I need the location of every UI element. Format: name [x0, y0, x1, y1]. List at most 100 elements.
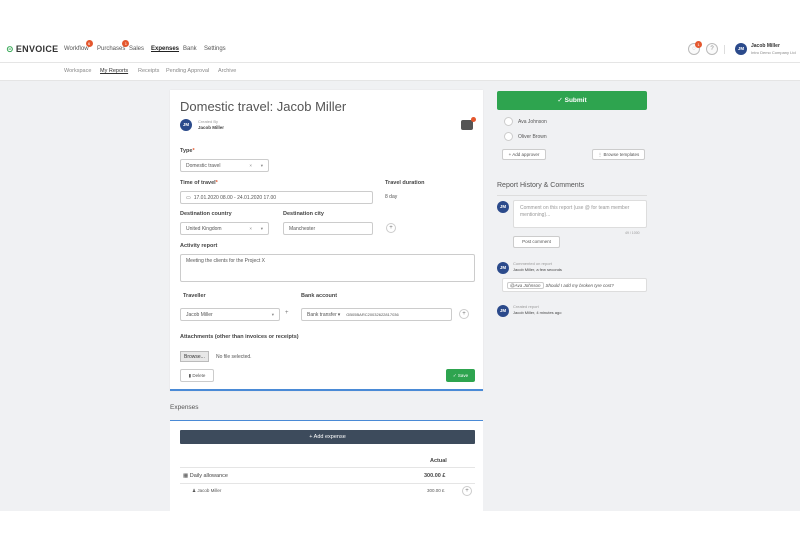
delete-label: Delete [192, 373, 206, 378]
created-by-name: Jacob Miller [198, 125, 225, 130]
envoice-logo[interactable]: ⊝ ENVOICE [6, 44, 58, 55]
country-value: United Kingdom [186, 226, 222, 232]
delete-button[interactable]: ▮ Delete [180, 369, 214, 382]
help-button[interactable]: ? [706, 43, 718, 55]
chevron-down-icon: ▾ [260, 226, 263, 231]
nav-expenses[interactable]: Expenses [151, 46, 179, 52]
company-name: Intro Demo Company Ltd [751, 50, 796, 55]
history-avatar: JM [497, 305, 509, 317]
comment-text: Should I add my broken tyre cost? [545, 283, 614, 288]
type-value: Domestic travel [186, 163, 221, 169]
add-traveller-button[interactable]: + [285, 310, 289, 316]
comment-input[interactable]: Comment on this report (use @ for team m… [513, 200, 647, 228]
city-input[interactable]: Manchester [283, 222, 373, 235]
traveller-value: Jacob Miller [186, 312, 213, 318]
nav-bank[interactable]: Bank [183, 46, 197, 52]
author-avatar: JM [180, 119, 192, 131]
approver-status-icon [504, 132, 513, 141]
history-who: Jacob Miller, 4 minutes ago [513, 310, 562, 315]
comments-icon[interactable] [461, 117, 476, 130]
duration-value: 8 day [385, 194, 398, 200]
browse-templates-button[interactable]: ⋮ Browse templates [592, 149, 645, 160]
expenses-title: Expenses [170, 404, 199, 411]
traveller-label: Traveller [183, 293, 206, 299]
duration-label: Travel duration [385, 180, 425, 186]
top-navigation-bar: ⊝ ENVOICE Workflow 6 Purchases 1 Sales Expe… [0, 36, 800, 63]
logo-text: ENVOICE [15, 44, 59, 54]
subnav-my-reports[interactable]: My Reports [100, 68, 128, 74]
bank-label: Bank account [301, 293, 338, 299]
country-label: Destination country [180, 211, 232, 217]
type-label: Type* [180, 148, 195, 154]
country-select[interactable]: United Kingdom × ▾ [180, 222, 269, 235]
expense-subrow-label: Jacob Miller [197, 488, 222, 493]
required-marker: * [215, 180, 218, 186]
chevron-down-icon: ▾ [271, 312, 274, 317]
expenses-subnav: Workspace My Reports Receipts Pending Ap… [0, 63, 800, 81]
bank-iban: GB05BARC20032622817036 [346, 312, 399, 317]
expense-row-value: 300.00 £ [424, 473, 446, 479]
history-action: Created report [513, 304, 539, 309]
row-divider [180, 467, 475, 468]
time-range-input[interactable]: ▭ 17.01.2020 08.00 - 24.01.2020 17.00 [180, 191, 373, 204]
time-label: Time of travel* [180, 180, 218, 186]
history-title: Report History & Comments [497, 182, 585, 189]
nav-settings[interactable]: Settings [204, 46, 226, 52]
required-marker: * [192, 148, 195, 154]
add-expense-button[interactable]: + Add expense [180, 430, 475, 444]
logo-mark-icon: ⊝ [6, 44, 14, 54]
history-action: Commented on report [513, 261, 552, 266]
subnav-pending-approval[interactable]: Pending Approval [166, 68, 209, 74]
add-bank-button[interactable]: + [459, 309, 469, 319]
user-avatar[interactable]: JM [735, 43, 747, 55]
help-icon: ? [710, 46, 714, 52]
traveller-select[interactable]: Jacob Miller ▾ [180, 308, 280, 321]
type-label-text: Type [180, 148, 193, 154]
subnav-receipts[interactable]: Receipts [138, 68, 159, 74]
user-name[interactable]: Jacob Miller [751, 43, 780, 49]
nav-workflow[interactable]: Workflow 6 [64, 40, 93, 52]
add-destination-button[interactable]: + [386, 223, 396, 233]
divider [724, 45, 725, 54]
category-icon: ▦ [183, 473, 189, 479]
subnav-archive[interactable]: Archive [218, 68, 236, 74]
actual-column-header: Actual [430, 458, 447, 464]
approver-name: Ava Johnson [518, 119, 547, 125]
mention-tag[interactable]: @Ava Johnson [507, 282, 544, 289]
subnav-workspace[interactable]: Workspace [64, 68, 91, 74]
history-who: Jacob Miller, a few seconds [513, 267, 562, 272]
activity-textarea[interactable]: Meeting the clients for the Project X [180, 254, 475, 282]
time-value: 17.01.2020 08.00 - 24.01.2020 17.00 [193, 195, 277, 201]
bank-account-field[interactable]: Bank transfer▾ GB05BARC20032622817036 [301, 308, 452, 321]
approver-status-icon [504, 117, 513, 126]
comment-bubble: @Ava Johnson Should I add my broken tyre … [502, 278, 647, 292]
submit-button[interactable]: ✓ Submit [497, 91, 647, 110]
created-by-label: Created By [198, 119, 219, 124]
city-label: Destination city [283, 211, 324, 217]
nav-purchases-label: Purchases [97, 46, 126, 52]
clear-icon[interactable]: × [249, 163, 252, 168]
notifications-button[interactable]: ◌ 1 [688, 41, 702, 55]
add-subrow-button[interactable]: + [462, 486, 472, 496]
row-divider [180, 483, 475, 484]
nav-sales[interactable]: Sales [129, 46, 144, 52]
history-avatar: JM [497, 262, 509, 274]
post-comment-button[interactable]: Post comment [513, 236, 560, 248]
expense-row-daily-allowance[interactable]: ▦ Daily allowance [183, 473, 228, 479]
commenter-avatar: JM [497, 201, 509, 213]
expense-subrow-person[interactable]: ♟ Jacob Miller [192, 488, 221, 494]
nav-purchases[interactable]: Purchases 1 [97, 40, 130, 52]
divider [497, 195, 647, 196]
save-button[interactable]: ✓ Save [446, 369, 475, 382]
nav-workflow-label: Workflow [64, 46, 89, 52]
user-icon: ♟ [192, 488, 197, 493]
bank-method[interactable]: Bank transfer [307, 312, 337, 318]
time-label-text: Time of travel [180, 180, 216, 186]
clear-icon[interactable]: × [249, 226, 252, 231]
calendar-icon: ▭ [186, 195, 191, 201]
approver-name: Oliver Brown [518, 134, 547, 140]
report-card: Domestic travel: Jacob Miller JM Created… [170, 90, 483, 391]
add-approver-button[interactable]: + Add approver [502, 149, 546, 160]
browse-button[interactable]: Browse... [180, 351, 209, 362]
type-select[interactable]: Domestic travel × ▾ [180, 159, 269, 172]
